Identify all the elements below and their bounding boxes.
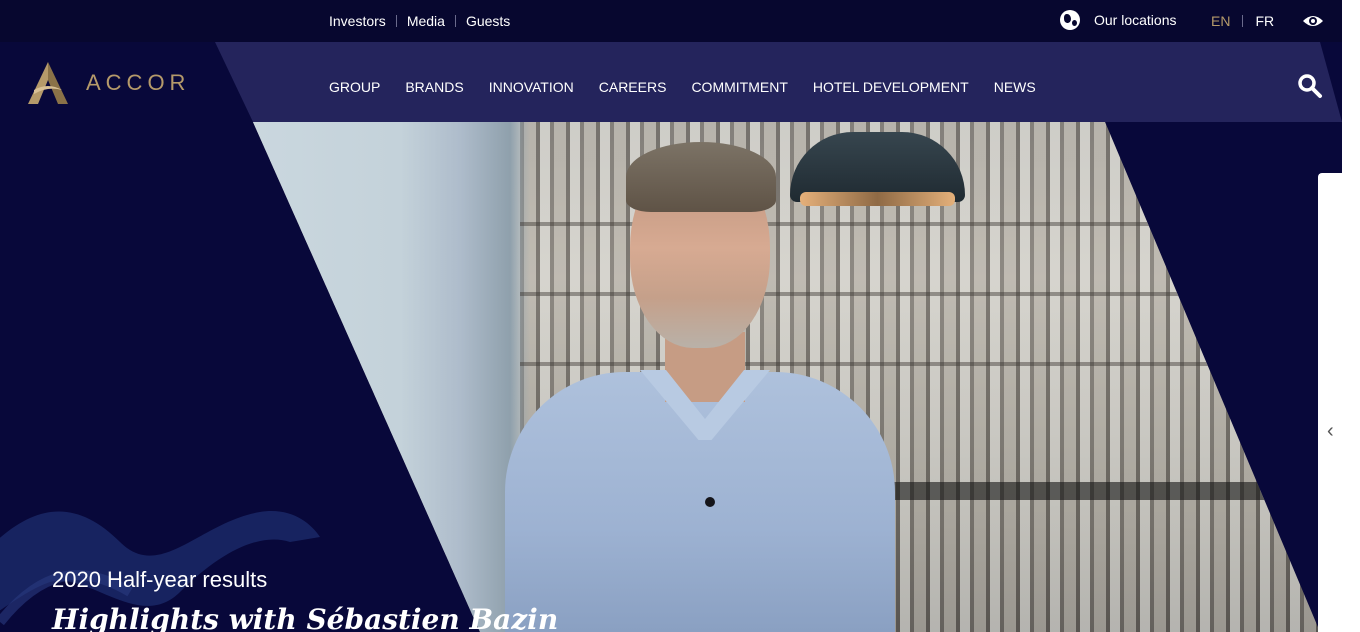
decorative-wave (0, 122, 500, 632)
accor-logo-icon (28, 62, 68, 104)
nav-brands[interactable]: BRANDS (405, 79, 463, 95)
nav-news[interactable]: NEWS (994, 79, 1036, 95)
nav-innovation[interactable]: INNOVATION (489, 79, 574, 95)
brand-name: ACCOR (86, 70, 191, 95)
main-navbar: ACCOR GROUP BRANDS INNOVATION CAREERS CO… (0, 42, 1342, 122)
hero-caption: 2020 Half-year results Highlights with S… (52, 567, 558, 632)
lang-fr[interactable]: FR (1255, 13, 1274, 29)
divider (454, 15, 456, 27)
lapel-mic (705, 497, 715, 507)
main-menu: GROUP BRANDS INNOVATION CAREERS COMMITME… (329, 79, 1061, 95)
side-panel-tab[interactable] (1318, 173, 1342, 632)
our-locations-label: Our locations (1094, 12, 1177, 28)
language-switcher: EN FR (1211, 13, 1274, 29)
our-locations-link[interactable]: Our locations (1060, 10, 1176, 30)
hero-title[interactable]: Highlights with Sébastien Bazin (52, 603, 558, 632)
link-guests[interactable]: Guests (466, 13, 510, 29)
nav-group[interactable]: GROUP (329, 79, 380, 95)
speaker-figure (480, 142, 900, 632)
nav-commitment[interactable]: COMMITMENT (691, 79, 787, 95)
lang-en[interactable]: EN (1211, 13, 1230, 29)
link-media[interactable]: Media (407, 13, 445, 29)
accessibility-icon[interactable] (1302, 11, 1324, 31)
nav-careers[interactable]: CAREERS (599, 79, 667, 95)
top-links: Investors Media Guests (329, 13, 510, 29)
link-investors[interactable]: Investors (329, 13, 386, 29)
accor-logo[interactable]: ACCOR (26, 60, 190, 106)
search-icon[interactable] (1297, 73, 1323, 99)
chevron-left-icon[interactable]: ‹ (1327, 420, 1334, 443)
shirt (505, 372, 895, 632)
top-utility-bar: Investors Media Guests Our locations EN … (0, 0, 1342, 42)
globe-icon (1060, 10, 1080, 30)
divider (1242, 15, 1244, 27)
nav-hotel-development[interactable]: HOTEL DEVELOPMENT (813, 79, 969, 95)
scrollbar[interactable] (1342, 0, 1360, 632)
hero-subtitle: 2020 Half-year results (52, 567, 268, 592)
hair (626, 142, 776, 212)
divider (395, 15, 397, 27)
